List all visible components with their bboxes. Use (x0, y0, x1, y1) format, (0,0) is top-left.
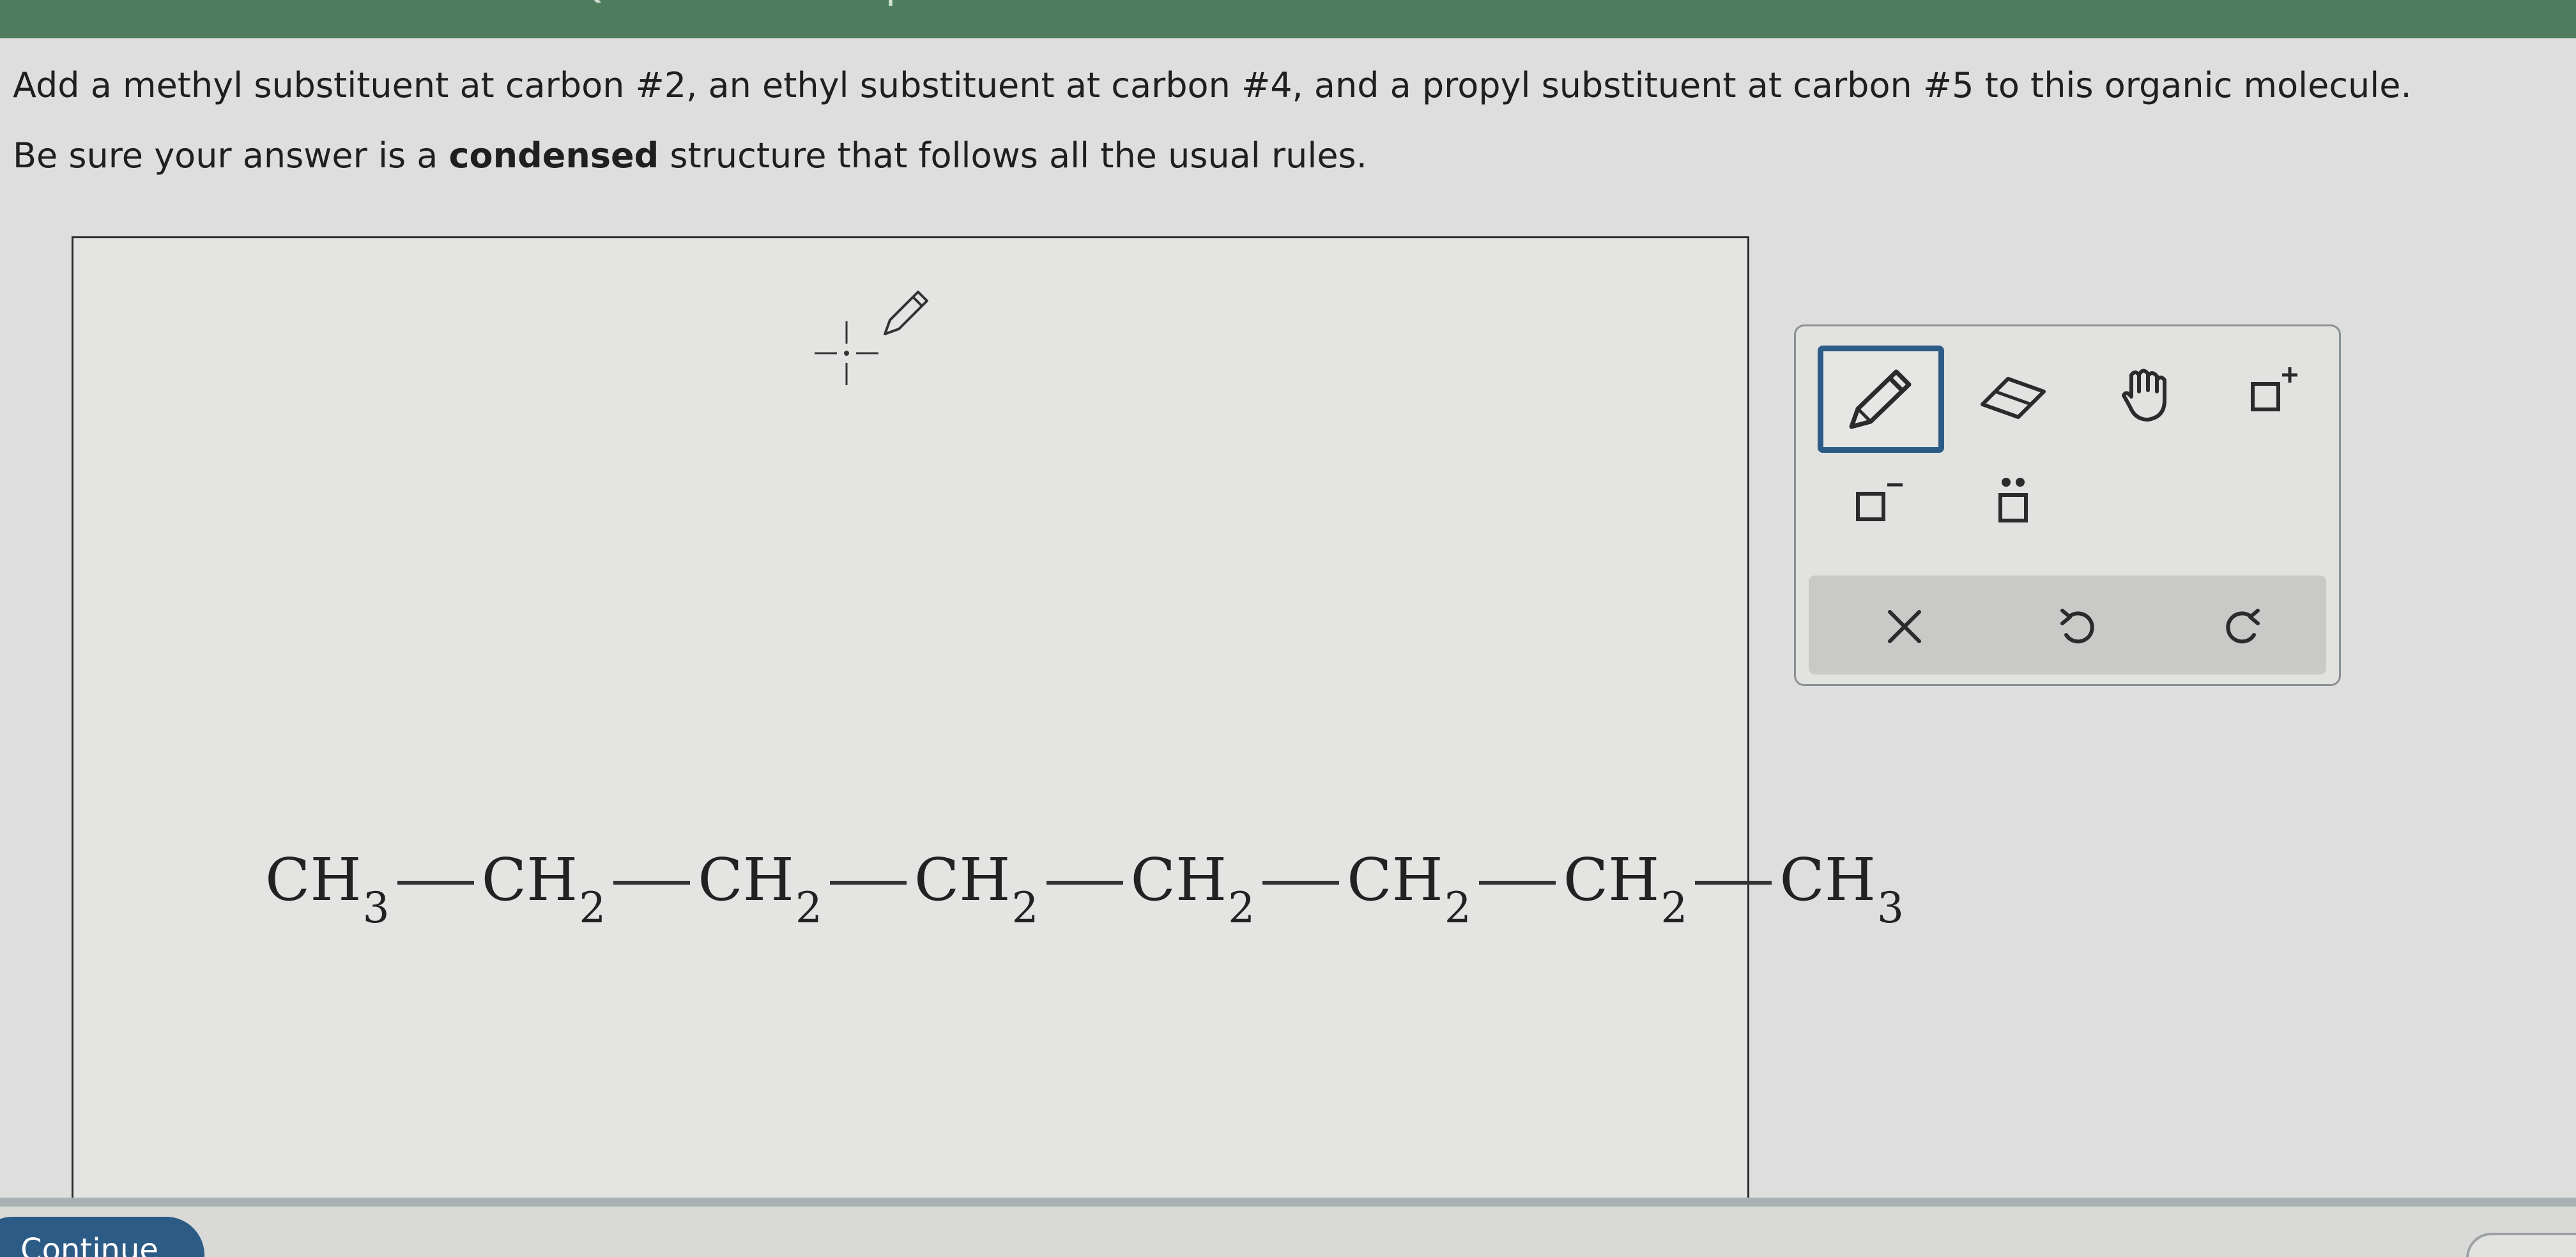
header-title: Question Attempt: 1 of 1 (575, 0, 1066, 7)
bond-5-6[interactable] (1262, 881, 1340, 885)
carbon-group-8[interactable]: CH 3 (1779, 845, 1904, 933)
add-positive-charge-button[interactable] (2218, 346, 2333, 441)
question-instruction: Add a methyl substituent at carbon #2, a… (13, 65, 2412, 105)
bond-7-8[interactable] (1695, 881, 1772, 885)
question-note-bold: condensed (448, 135, 659, 176)
redo-icon (2226, 609, 2260, 644)
undo-button[interactable] (2045, 595, 2109, 659)
question-panel: Add a methyl substituent at carbon #2, a… (0, 38, 2576, 1247)
bond-4-5[interactable] (1046, 881, 1123, 885)
continue-button[interactable]: Continue (0, 1217, 204, 1257)
clear-button[interactable] (1873, 595, 1936, 659)
eraser-tool-button[interactable] (1956, 346, 2071, 441)
pencil-tool-button[interactable] (1818, 346, 1944, 453)
footer-bar (0, 1207, 2576, 1257)
lone-pair-button[interactable] (1956, 454, 2071, 550)
page: Question Attempt: 1 of 1 Add a methyl su… (0, 0, 2576, 1257)
carbon-group-1[interactable]: CH 3 (265, 845, 390, 933)
carbon-group-7[interactable]: CH 2 (1563, 845, 1688, 933)
question-note: Be sure your answer is a condensed struc… (13, 135, 1367, 176)
clear-icon (1888, 610, 1921, 643)
footer-divider (0, 1198, 2576, 1207)
action-bar (1809, 575, 2326, 674)
negative-charge-icon (1856, 483, 1903, 521)
redo-button[interactable] (2211, 595, 2275, 659)
hand-icon (2122, 369, 2166, 422)
bond-1-2[interactable] (397, 881, 474, 885)
add-charge-icon (2251, 367, 2297, 411)
undo-icon (2060, 609, 2094, 644)
molecule-structure[interactable]: CH 3 CH 2 CH 2 CH 2 CH 2 CH 2 CH 2 CH 3 (265, 845, 1904, 934)
carbon-group-5[interactable]: CH 2 (1131, 845, 1255, 933)
submit-button[interactable] (2466, 1233, 2576, 1257)
add-negative-charge-button[interactable] (1818, 454, 1933, 550)
pencil-cursor-icon (884, 291, 928, 335)
carbon-group-6[interactable]: CH 2 (1347, 845, 1471, 933)
drawing-canvas[interactable]: CH 3 CH 2 CH 2 CH 2 CH 2 CH 2 CH 2 CH 3 (72, 236, 1904, 1247)
lone-pair-icon (1998, 478, 2028, 522)
hand-tool-button[interactable] (2090, 346, 2205, 441)
bond-3-4[interactable] (829, 881, 907, 885)
drawing-toolbox (1794, 324, 2341, 686)
carbon-group-2[interactable]: CH 2 (482, 845, 606, 933)
carbon-group-3[interactable]: CH 2 (698, 845, 822, 933)
bond-2-3[interactable] (613, 881, 691, 885)
eraser-icon (1981, 377, 2046, 419)
question-note-end: structure that follows all the usual rul… (659, 135, 1367, 176)
question-note-start: Be sure your answer is a (13, 135, 449, 176)
bond-6-7[interactable] (1478, 881, 1556, 885)
pencil-icon (1849, 369, 1912, 429)
crosshair-cursor-icon (815, 321, 878, 385)
carbon-group-4[interactable]: CH 2 (914, 845, 1039, 933)
